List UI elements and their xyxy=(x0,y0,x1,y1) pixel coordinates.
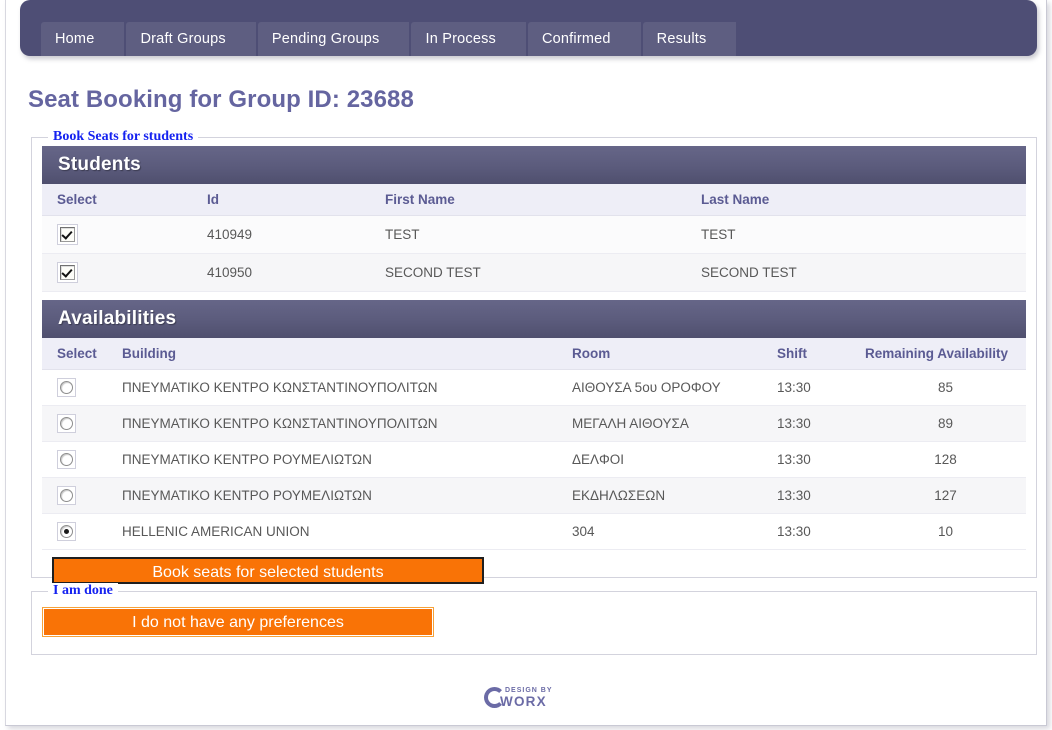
availability-building: HELLENIC AMERICAN UNION xyxy=(122,513,572,550)
availability-building: ΠΝΕΥΜΑΤΙΚΟ ΚΕΝΤΡΟ ΡΟΥΜΕΛΙΩΤΩΝ xyxy=(122,441,572,478)
student-checkbox-wrapper[interactable] xyxy=(57,224,78,245)
table-row: ΠΝΕΥΜΑΤΙΚΟ ΚΕΝΤΡΟ ΡΟΥΜΕΛΙΩΤΩΝ ΔΕΛΦΟΙ 13:… xyxy=(42,441,1026,478)
tab-pending-groups-label: Pending Groups xyxy=(271,31,380,47)
availability-room: ΜΕΓΑΛΗ ΑΙΘΟΥΣΑ xyxy=(572,405,777,442)
tab-pending-groups[interactable]: Pending Groups xyxy=(257,22,410,56)
tab-results-label: Results xyxy=(656,31,707,47)
students-section-banner: Students xyxy=(42,146,1026,184)
availabilities-header-row: Select Building Room Shift Remaining Ava… xyxy=(42,338,1026,370)
availability-remaining: 128 xyxy=(865,441,1026,478)
tab-in-process-label: In Process xyxy=(425,31,496,47)
student-id: 410950 xyxy=(207,253,385,292)
table-row: 410950 SECOND TEST SECOND TEST xyxy=(42,253,1026,292)
availabilities-table: Select Building Room Shift Remaining Ava… xyxy=(42,338,1026,550)
availabilities-col-room: Room xyxy=(572,338,777,370)
eworx-logo: DESIGN BY WORX xyxy=(484,685,570,711)
availability-remaining: 127 xyxy=(865,477,1026,514)
availability-radio-wrapper[interactable] xyxy=(57,450,76,469)
availability-radio-wrapper[interactable] xyxy=(57,378,76,397)
table-row: ΠΝΕΥΜΑΤΙΚΟ ΚΕΝΤΡΟ ΚΩΝΣΤΑΝΤΙΝΟΥΠΟΛΙΤΩΝ ΜΕ… xyxy=(42,405,1026,442)
tab-in-process[interactable]: In Process xyxy=(411,22,526,56)
student-select-cell xyxy=(42,253,207,292)
availability-radio-wrapper[interactable] xyxy=(57,522,76,541)
i-am-done-fieldset: I am done I do not have any preferences xyxy=(31,583,1037,655)
student-checkbox-wrapper[interactable] xyxy=(57,262,78,283)
students-col-select: Select xyxy=(42,184,207,216)
table-row: ΠΝΕΥΜΑΤΙΚΟ ΚΕΝΤΡΟ ΚΩΝΣΤΑΝΤΙΝΟΥΠΟΛΙΤΩΝ ΑΙ… xyxy=(42,369,1026,406)
radio-checked-icon[interactable] xyxy=(60,525,73,538)
availability-select-cell xyxy=(42,477,122,514)
radio-unchecked-icon[interactable] xyxy=(60,489,73,502)
availability-room: 304 xyxy=(572,513,777,550)
availability-select-cell xyxy=(42,441,122,478)
students-table: Select Id First Name Last Name 410949 TE… xyxy=(42,184,1026,292)
app-screen: Home Draft Groups Pending Groups In Proc… xyxy=(0,0,1052,730)
availabilities-section-banner: Availabilities xyxy=(42,300,1026,338)
tab-confirmed[interactable]: Confirmed xyxy=(527,22,641,56)
students-col-id: Id xyxy=(207,184,385,216)
student-last-name: TEST xyxy=(701,215,1026,254)
availability-select-cell xyxy=(42,369,122,406)
availability-room: ΕΚΔΗΛΩΣΕΩΝ xyxy=(572,477,777,514)
checkbox-checked-icon[interactable] xyxy=(60,227,75,242)
book-seats-fieldset: Book Seats for students Students Select … xyxy=(31,129,1037,584)
availability-shift: 13:30 xyxy=(777,513,865,550)
table-row: 410949 TEST TEST xyxy=(42,215,1026,254)
book-seats-button[interactable]: Book seats for selected students xyxy=(52,557,484,584)
page-container: Home Draft Groups Pending Groups In Proc… xyxy=(5,0,1047,726)
availabilities-col-building: Building xyxy=(122,338,572,370)
availability-shift: 13:30 xyxy=(777,441,865,478)
student-last-name: SECOND TEST xyxy=(701,253,1026,292)
availability-select-cell xyxy=(42,405,122,442)
availabilities-col-remaining: Remaining Availability xyxy=(865,338,1026,370)
availability-select-cell xyxy=(42,513,122,550)
availabilities-col-shift: Shift xyxy=(777,338,865,370)
tab-home-label: Home xyxy=(55,31,95,47)
students-col-last-name: Last Name xyxy=(701,184,1026,216)
radio-unchecked-icon[interactable] xyxy=(60,417,73,430)
students-header-row: Select Id First Name Last Name xyxy=(42,184,1026,216)
availability-room: ΔΕΛΦΟΙ xyxy=(572,441,777,478)
availability-remaining: 10 xyxy=(865,513,1026,550)
availability-building: ΠΝΕΥΜΑΤΙΚΟ ΚΕΝΤΡΟ ΚΩΝΣΤΑΝΤΙΝΟΥΠΟΛΙΤΩΝ xyxy=(122,405,572,442)
availability-shift: 13:30 xyxy=(777,477,865,514)
availability-radio-wrapper[interactable] xyxy=(57,486,76,505)
availability-building: ΠΝΕΥΜΑΤΙΚΟ ΚΕΝΤΡΟ ΡΟΥΜΕΛΙΩΤΩΝ xyxy=(122,477,572,514)
availability-radio-wrapper[interactable] xyxy=(57,414,76,433)
tab-strip: Home Draft Groups Pending Groups In Proc… xyxy=(20,0,738,56)
student-select-cell xyxy=(42,215,207,254)
availability-remaining: 85 xyxy=(865,369,1026,406)
page-title: Seat Booking for Group ID: 23688 xyxy=(28,86,414,113)
radio-unchecked-icon[interactable] xyxy=(60,453,73,466)
tab-home[interactable]: Home xyxy=(41,22,125,56)
radio-unchecked-icon[interactable] xyxy=(60,381,73,394)
availability-building: ΠΝΕΥΜΑΤΙΚΟ ΚΕΝΤΡΟ ΚΩΝΣΤΑΝΤΙΝΟΥΠΟΛΙΤΩΝ xyxy=(122,369,572,406)
tab-draft-groups[interactable]: Draft Groups xyxy=(126,22,257,56)
availabilities-col-select: Select xyxy=(42,338,122,370)
availability-shift: 13:30 xyxy=(777,369,865,406)
tab-results[interactable]: Results xyxy=(642,22,737,56)
availability-shift: 13:30 xyxy=(777,405,865,442)
i-am-done-legend: I am done xyxy=(48,583,118,599)
table-row: ΠΝΕΥΜΑΤΙΚΟ ΚΕΝΤΡΟ ΡΟΥΜΕΛΙΩΤΩΝ ΕΚΔΗΛΩΣΕΩΝ… xyxy=(42,477,1026,514)
students-col-first-name: First Name xyxy=(385,184,701,216)
student-first-name: TEST xyxy=(385,215,701,254)
student-first-name: SECOND TEST xyxy=(385,253,701,292)
book-seats-legend: Book Seats for students xyxy=(48,129,199,145)
table-row: HELLENIC AMERICAN UNION 304 13:30 10 xyxy=(42,513,1026,550)
student-id: 410949 xyxy=(207,215,385,254)
logo-worx-text: WORX xyxy=(500,694,547,709)
tab-draft-groups-label: Draft Groups xyxy=(140,31,226,47)
availability-remaining: 89 xyxy=(865,405,1026,442)
footer: DESIGN BY WORX xyxy=(6,685,1048,716)
tab-confirmed-label: Confirmed xyxy=(541,31,611,47)
availability-room: ΑΙΘΟΥΣΑ 5ου ΟΡΟΦΟΥ xyxy=(572,369,777,406)
checkbox-checked-icon[interactable] xyxy=(60,265,75,280)
no-preferences-button[interactable]: I do not have any preferences xyxy=(42,607,434,637)
top-navbar: Home Draft Groups Pending Groups In Proc… xyxy=(20,0,1037,56)
